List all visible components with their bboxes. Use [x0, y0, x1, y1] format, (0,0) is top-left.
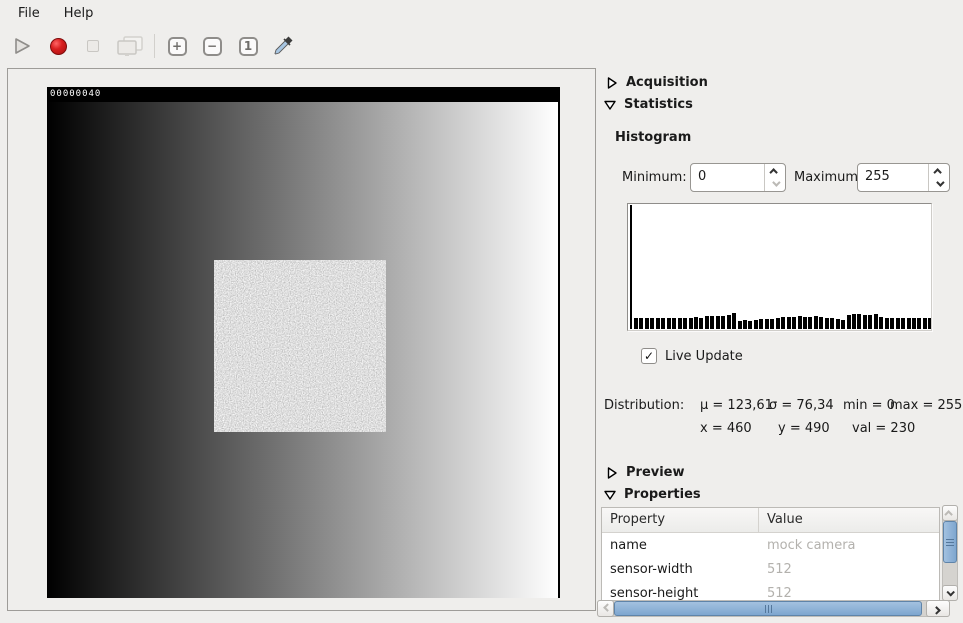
maximum-spin-down[interactable]	[929, 178, 949, 192]
minimum-value[interactable]: 0	[691, 164, 764, 191]
properties-expander[interactable]: Properties	[604, 487, 701, 502]
fullscreen-button[interactable]	[112, 32, 148, 60]
expander-collapsed-icon	[606, 77, 618, 89]
distribution-max: max = 255	[890, 398, 962, 413]
maximum-spin-up[interactable]	[929, 164, 949, 178]
frame-counter: 00000040	[47, 87, 558, 102]
scroll-down-button[interactable]	[942, 585, 958, 601]
toolbar-separator	[154, 34, 155, 58]
chevron-up-icon	[769, 168, 777, 176]
table-row[interactable]: name mock camera	[602, 533, 939, 557]
distribution-min: min = 0	[843, 398, 895, 413]
eyedropper-icon	[271, 34, 295, 58]
display-icon	[115, 34, 145, 58]
zoom-out-button[interactable]: −	[198, 32, 226, 60]
statistics-expander[interactable]: Statistics	[604, 97, 693, 112]
menubar: File Help	[0, 0, 963, 27]
expander-collapsed-icon	[606, 467, 618, 479]
maximum-label: Maximum:	[794, 170, 862, 185]
properties-table: Property Value name mock camera sensor-w…	[601, 507, 940, 601]
minimum-label: Minimum:	[622, 170, 687, 185]
column-header-value[interactable]: Value	[759, 508, 939, 532]
distribution-x: x = 460	[700, 421, 752, 436]
color-picker-button[interactable]	[269, 32, 297, 60]
histogram-title: Histogram	[615, 130, 691, 145]
distribution-sigma: σ = 76,34	[769, 398, 834, 413]
horizontal-scrollbar-thumb[interactable]	[614, 601, 922, 616]
chevron-down-icon	[936, 179, 944, 187]
chevron-up-icon	[944, 510, 952, 518]
maximum-spinbox[interactable]: 255	[857, 163, 950, 192]
distribution-label: Distribution:	[604, 398, 684, 413]
minimum-spinbox[interactable]: 0	[690, 163, 786, 192]
chevron-left-icon	[603, 603, 611, 611]
column-header-property[interactable]: Property	[602, 508, 759, 532]
maximum-value[interactable]: 255	[858, 164, 928, 191]
acquisition-label: Acquisition	[626, 75, 708, 90]
zoom-in-button[interactable]: +	[163, 32, 191, 60]
acquisition-expander[interactable]: Acquisition	[606, 75, 708, 90]
statistics-label: Statistics	[624, 97, 693, 112]
chevron-right-icon	[932, 606, 940, 614]
live-update-checkbox[interactable]: ✓	[641, 348, 657, 364]
property-value-cell: mock camera	[759, 538, 939, 553]
preview-label: Preview	[626, 465, 685, 480]
properties-table-header[interactable]: Property Value	[602, 508, 939, 533]
distribution-mu: μ = 123,61	[700, 398, 773, 413]
chevron-down-icon	[772, 179, 780, 187]
property-value-cell: 512	[759, 586, 939, 601]
record-icon	[50, 38, 67, 55]
property-name-cell: sensor-height	[602, 586, 759, 601]
table-row[interactable]: sensor-height 512	[602, 581, 939, 601]
minimum-spin-down[interactable]	[765, 178, 785, 192]
zoom-in-icon: +	[168, 37, 187, 56]
preview-expander[interactable]: Preview	[606, 465, 685, 480]
scroll-right-button[interactable]	[926, 600, 950, 617]
camera-image[interactable]: 00000040	[47, 87, 560, 598]
minimum-spin-up[interactable]	[765, 164, 785, 178]
property-value-cell: 512	[759, 562, 939, 577]
menu-file[interactable]: File	[8, 2, 50, 25]
stop-button[interactable]	[79, 32, 107, 60]
scroll-left-button[interactable]	[597, 600, 614, 617]
vertical-scrollbar-thumb[interactable]	[943, 521, 957, 563]
zoom-original-button[interactable]: 1	[234, 32, 262, 60]
zoom-original-icon: 1	[239, 37, 258, 56]
live-update-label: Live Update	[665, 349, 743, 364]
scroll-up-button[interactable]	[942, 505, 958, 521]
property-name-cell: sensor-width	[602, 562, 759, 577]
property-name-cell: name	[602, 538, 759, 553]
histogram-plot	[627, 203, 932, 331]
stop-icon	[87, 40, 99, 52]
chevron-up-icon	[933, 168, 941, 176]
record-button[interactable]	[44, 32, 72, 60]
distribution-val: val = 230	[852, 421, 915, 436]
zoom-out-icon: −	[203, 37, 222, 56]
noise-square	[214, 260, 386, 432]
expander-expanded-icon	[604, 489, 616, 501]
table-row[interactable]: sensor-width 512	[602, 557, 939, 581]
properties-label: Properties	[624, 487, 701, 502]
expander-expanded-icon	[604, 99, 616, 111]
play-button[interactable]	[8, 32, 36, 60]
play-icon	[12, 36, 32, 56]
chevron-down-icon	[946, 588, 954, 596]
distribution-y: y = 490	[778, 421, 830, 436]
menu-help[interactable]: Help	[54, 2, 104, 25]
image-view-frame: 00000040	[7, 68, 596, 611]
